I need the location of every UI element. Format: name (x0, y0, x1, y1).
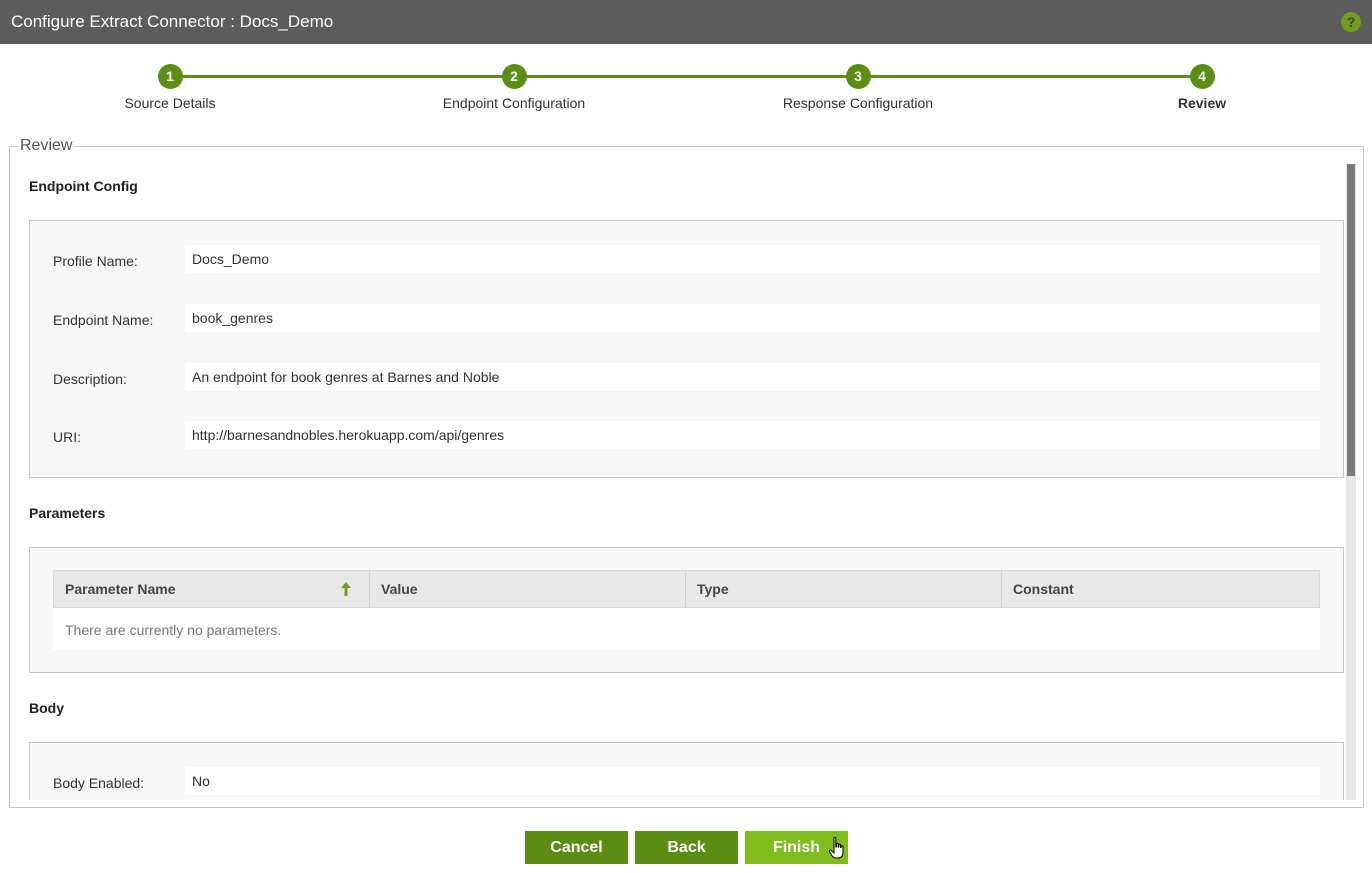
body-title: Body (29, 700, 64, 716)
wizard-stepper: 1 Source Details 2 Endpoint Configuratio… (0, 44, 1372, 134)
step-label: Endpoint Configuration (442, 95, 586, 111)
sort-ascending-icon[interactable] (339, 581, 353, 597)
step-label: Review (1177, 95, 1227, 111)
column-header-label: Type (697, 581, 729, 597)
profile-name-label: Profile Name: (53, 253, 138, 269)
step-number: 4 (1189, 64, 1215, 89)
endpoint-config-panel: Profile Name: Docs_Demo Endpoint Name: b… (29, 220, 1344, 478)
endpoint-name-value: book_genres (185, 304, 1320, 332)
body-panel: Body Enabled: No (29, 742, 1344, 800)
dialog-title: Configure Extract Connector : Docs_Demo (11, 12, 334, 31)
parameters-grid: Parameter Name Value Type Constant There… (53, 570, 1320, 650)
step-review[interactable]: 4 Review (1102, 64, 1302, 111)
parameters-empty-message: There are currently no parameters. (53, 608, 1320, 650)
description-label: Description: (53, 371, 127, 387)
endpoint-name-row: Endpoint Name: book_genres (30, 304, 1343, 334)
parameters-panel: Parameter Name Value Type Constant There… (29, 547, 1344, 673)
description-value: An endpoint for book genres at Barnes an… (185, 363, 1320, 391)
help-icon[interactable]: ? (1341, 12, 1361, 32)
uri-value: http://barnesandnobles.herokuapp.com/api… (185, 421, 1320, 449)
cancel-button[interactable]: Cancel (525, 831, 628, 864)
body-enabled-value: No (185, 767, 1320, 795)
column-header-label: Value (381, 581, 418, 597)
parameters-title: Parameters (29, 505, 106, 521)
column-header-label: Constant (1013, 581, 1074, 597)
uri-row: URI: http://barnesandnobles.herokuapp.co… (30, 421, 1343, 451)
dialog-button-bar: Cancel Back Finish (0, 831, 1372, 865)
column-header-value[interactable]: Value (370, 571, 686, 607)
parameters-grid-header: Parameter Name Value Type Constant (53, 570, 1320, 608)
endpoint-name-label: Endpoint Name: (53, 312, 154, 328)
column-header-constant[interactable]: Constant (1002, 571, 1318, 607)
column-header-parameter-name[interactable]: Parameter Name (54, 571, 370, 607)
profile-name-row: Profile Name: Docs_Demo (30, 245, 1343, 275)
review-legend: Review (18, 137, 75, 155)
hand-pointer-icon (828, 836, 844, 859)
description-row: Description: An endpoint for book genres… (30, 363, 1343, 393)
stepper-progress-line (170, 75, 1202, 78)
review-scrollbar-thumb[interactable] (1347, 164, 1355, 476)
dialog-titlebar: Configure Extract Connector : Docs_Demo … (0, 0, 1372, 44)
uri-label: URI: (53, 429, 81, 445)
step-source-details[interactable]: 1 Source Details (70, 64, 270, 111)
body-enabled-label: Body Enabled: (53, 775, 145, 791)
back-button[interactable]: Back (635, 831, 738, 864)
endpoint-config-title: Endpoint Config (29, 178, 138, 194)
profile-name-value: Docs_Demo (185, 245, 1320, 273)
step-label: Source Details (124, 95, 216, 111)
step-label: Response Configuration (782, 95, 934, 111)
step-number: 3 (845, 64, 871, 89)
step-number: 1 (157, 64, 183, 89)
step-endpoint-configuration[interactable]: 2 Endpoint Configuration (414, 64, 614, 111)
step-number: 2 (501, 64, 527, 89)
body-enabled-row: Body Enabled: No (30, 767, 1343, 797)
column-header-type[interactable]: Type (686, 571, 1002, 607)
review-scroll-area[interactable]: Endpoint Config Profile Name: Docs_Demo … (10, 164, 1357, 800)
column-header-label: Parameter Name (65, 581, 176, 597)
step-response-configuration[interactable]: 3 Response Configuration (758, 64, 958, 111)
